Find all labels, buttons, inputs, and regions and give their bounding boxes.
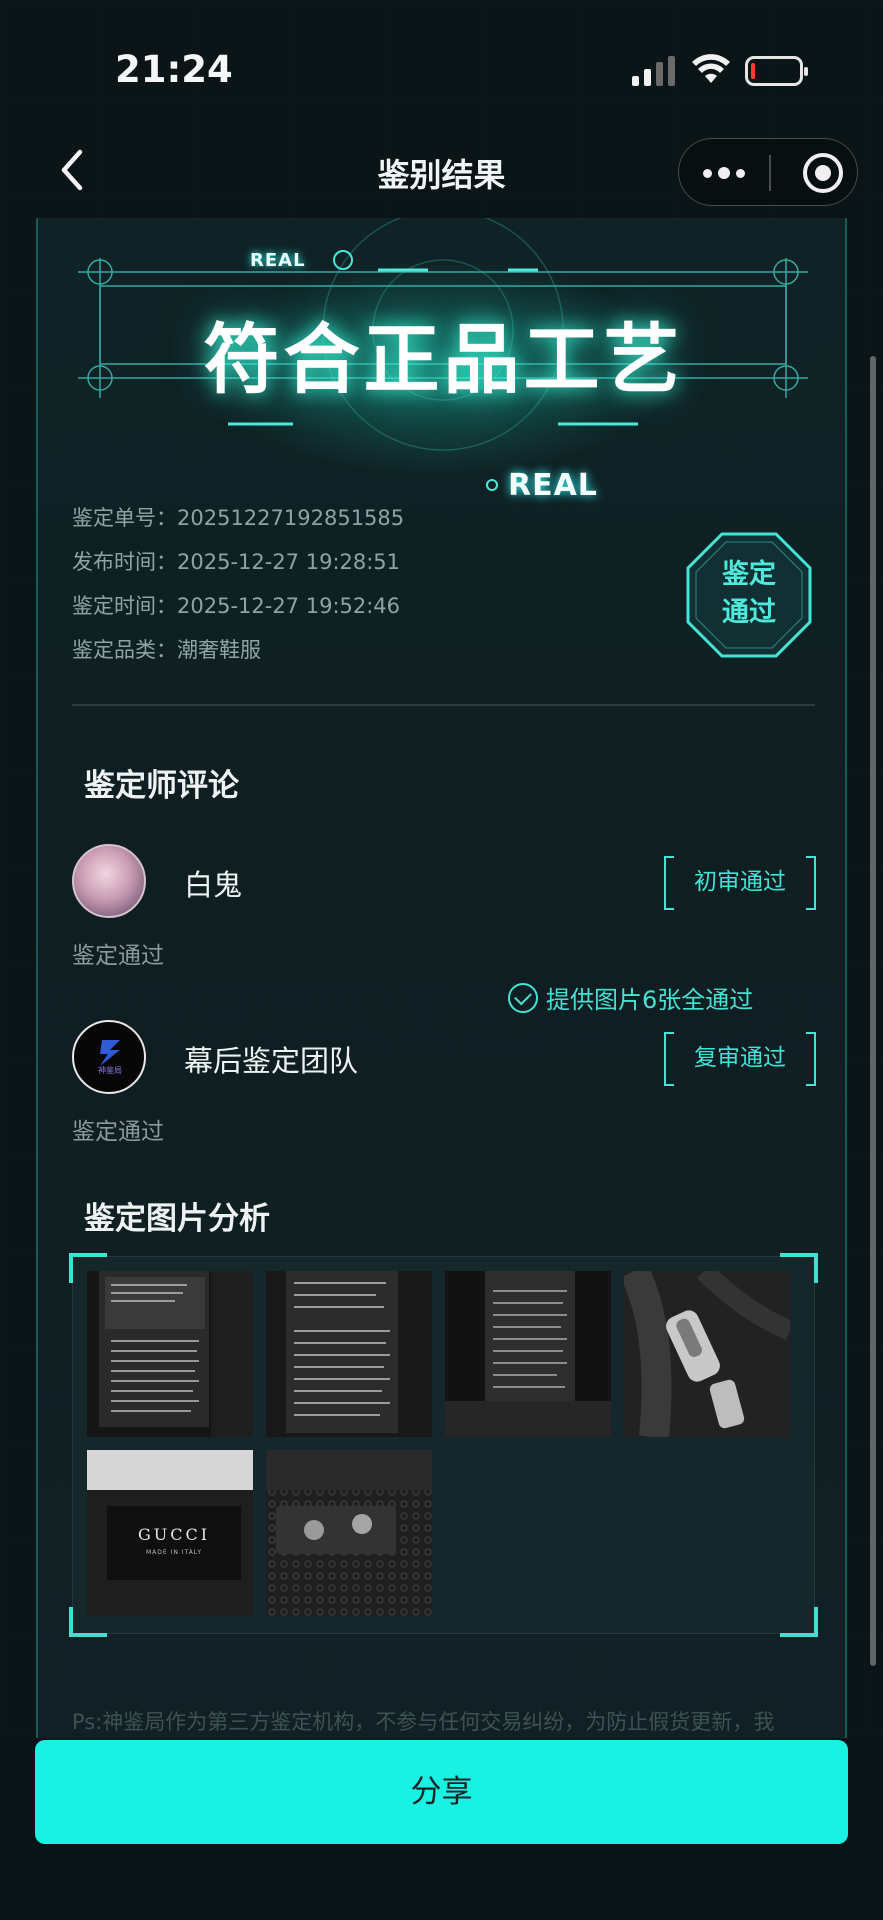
- info-value: 2025-12-27 19:52:46: [177, 594, 401, 618]
- review-note: 鉴定通过: [72, 943, 164, 969]
- avatar[interactable]: 神鉴局: [72, 1020, 146, 1094]
- divider: [72, 704, 815, 706]
- info-row: 发布时间：2025-12-27 19:28:51: [72, 540, 404, 584]
- badge-line2: 通过: [722, 597, 776, 628]
- status-time: 21:24: [115, 48, 233, 91]
- check-circle-icon: [508, 982, 538, 1013]
- ring-icon: [486, 479, 498, 491]
- cellular-signal-icon: [632, 56, 675, 86]
- result-headline: 符合正品工艺: [203, 315, 684, 404]
- image-analysis-title: 鉴定图片分析: [84, 1201, 270, 1237]
- info-value: 20251227192851585: [177, 506, 405, 530]
- thumbnail-care-label[interactable]: [87, 1271, 253, 1437]
- thumbnail-care-label[interactable]: [445, 1271, 611, 1437]
- thumbnail-brand-label[interactable]: GUCCI MADE IN ITALY: [87, 1450, 253, 1616]
- real-label-bottom: REAL: [508, 468, 598, 503]
- real-label-top: REAL: [250, 250, 306, 271]
- badge-line1: 鉴定: [722, 559, 776, 590]
- info-value: 2025-12-27 19:28:51: [177, 550, 401, 574]
- brand-subtext: MADE IN ITALY: [146, 1549, 202, 1556]
- images-pass-text: 提供图片6张全通过: [546, 986, 754, 1014]
- mini-program-capsule: [678, 138, 858, 206]
- info-value: 潮奢鞋服: [177, 638, 261, 662]
- brand-text: GUCCI: [138, 1525, 210, 1544]
- target-close-icon[interactable]: [803, 153, 843, 193]
- reviewer-name: 白鬼: [184, 868, 243, 902]
- info-row: 鉴定品类：潮奢鞋服: [72, 628, 404, 672]
- images-pass-status: 提供图片6张全通过: [508, 980, 753, 1015]
- image-gallery: GUCCI MADE IN ITALY: [69, 1253, 818, 1637]
- battery-low-icon: [745, 56, 808, 86]
- ring-icon: [333, 250, 353, 270]
- scrollbar[interactable]: [870, 356, 876, 1666]
- review-note: 鉴定通过: [72, 1119, 164, 1145]
- disclaimer-text: Ps:神鉴局作为第三方鉴定机构，不参与任何交易纠纷，为防止假货更新，我: [72, 1710, 775, 1734]
- status-badge: 复审通过: [664, 1032, 816, 1086]
- info-label: 鉴定单号：: [72, 506, 177, 530]
- info-row: 鉴定单号：20251227192851585: [72, 496, 404, 540]
- thumbnail-zipper[interactable]: [624, 1271, 790, 1437]
- thumbnail-lining[interactable]: [266, 1450, 432, 1616]
- info-label: 鉴定时间：: [72, 594, 177, 618]
- reviews-title: 鉴定师评论: [84, 768, 239, 804]
- info-label: 鉴定品类：: [72, 638, 177, 662]
- share-button[interactable]: 分享: [35, 1740, 848, 1844]
- appraisal-info: 鉴定单号：20251227192851585 发布时间：2025-12-27 1…: [72, 496, 404, 672]
- team-logo-icon: 神鉴局: [98, 1040, 122, 1074]
- pass-badge: 鉴定 通过: [684, 530, 814, 660]
- status-bar: 21:24: [0, 0, 883, 140]
- more-dots-icon[interactable]: [701, 163, 747, 183]
- info-label: 发布时间：: [72, 550, 177, 574]
- result-hero: REAL 符合正品工艺 REAL: [38, 218, 849, 508]
- thumbnail-care-label[interactable]: [266, 1271, 432, 1437]
- info-row: 鉴定时间：2025-12-27 19:52:46: [72, 584, 404, 628]
- wifi-icon: [692, 54, 730, 83]
- avatar[interactable]: [72, 844, 146, 918]
- team-logo-text: 神鉴局: [98, 1065, 122, 1074]
- status-badge: 初审通过: [664, 856, 816, 910]
- reviewer-name: 幕后鉴定团队: [184, 1044, 359, 1078]
